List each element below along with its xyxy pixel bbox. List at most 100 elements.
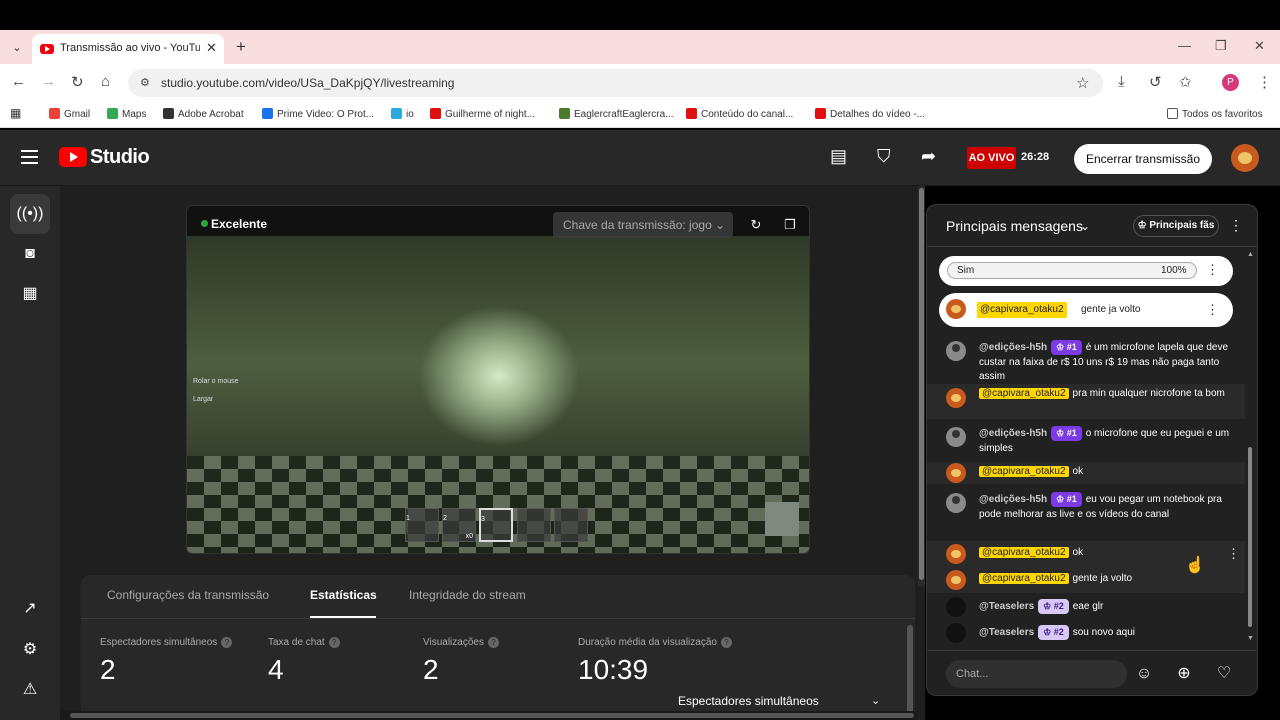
omnibox[interactable]: ⚙ studio.youtube.com/video/USa_DaKpjQY/l… — [128, 69, 1103, 97]
message-more-icon[interactable]: ⋮ — [1227, 546, 1240, 562]
end-stream-button[interactable]: Encerrar transmissão — [1074, 144, 1212, 174]
chat-message[interactable]: @capivara_otaku2 ok — [927, 462, 1245, 484]
pinned-author[interactable]: @capivara_otaku2 — [977, 302, 1067, 318]
profile-avatar[interactable]: P — [1222, 74, 1239, 91]
copy-icon[interactable]: ❐ — [777, 212, 803, 238]
chat-message[interactable]: @Teaselers ♔ #2 eae glr — [927, 595, 1245, 619]
help-icon[interactable]: ? — [221, 637, 233, 648]
bookmark-eaglercraft[interactable]: EaglercraftEaglercra... — [559, 108, 674, 120]
avatar[interactable] — [946, 299, 966, 319]
stats-scrollbar[interactable] — [907, 625, 913, 720]
avatar[interactable] — [946, 570, 966, 590]
chat-message[interactable]: @edições-h5h ♔ #1 eu vou pegar um notebook… — [927, 489, 1245, 535]
bookmark-star-icon[interactable]: ☆ — [1076, 74, 1089, 92]
emoji-icon[interactable]: ☺ — [1131, 661, 1157, 687]
avatar[interactable] — [946, 493, 966, 513]
tab-close-icon[interactable]: ✕ — [206, 40, 217, 56]
avatar[interactable] — [946, 427, 966, 447]
back-arrow-icon[interactable]: ← — [11, 73, 26, 90]
chat-input[interactable] — [946, 660, 1127, 688]
chat-more-icon[interactable]: ⋮ — [1229, 217, 1243, 234]
pinned-message[interactable]: @capivara_otaku2 gente ja volto ⋮ — [939, 293, 1233, 327]
refresh-icon[interactable]: ↻ — [743, 212, 769, 238]
heart-icon[interactable]: ♡ — [1211, 661, 1237, 687]
settings-gear-icon[interactable]: ⚙ — [10, 630, 50, 670]
channel-avatar[interactable] — [1231, 144, 1259, 172]
stream-preview[interactable]: Rolar o mouse Largar 1 2 x0 3 Excelente C… — [186, 205, 810, 554]
scroll-up-icon[interactable]: ▲ — [1247, 251, 1254, 258]
all-bookmarks[interactable]: Todos os favoritos — [1167, 108, 1263, 120]
horizontal-scrollbar[interactable] — [60, 711, 918, 720]
new-tab-button[interactable]: + — [236, 37, 246, 57]
camera-icon[interactable]: ◙ — [10, 234, 50, 274]
download-icon[interactable]: ⤓ — [1118, 73, 1125, 90]
chat-message[interactable]: @edições-h5h ♔ #1 é um microfone lapela qu… — [927, 337, 1245, 382]
site-info-icon[interactable]: ⚙ — [140, 76, 150, 89]
scroll-down-icon[interactable]: ▼ — [1247, 635, 1254, 642]
bookmark-io[interactable]: io — [391, 108, 414, 120]
share-icon[interactable]: ➦ — [921, 146, 936, 167]
avatar[interactable] — [946, 623, 966, 643]
avatar[interactable] — [946, 544, 966, 564]
help-icon[interactable]: ? — [720, 637, 732, 648]
chat-scrollbar[interactable]: ▲ ▼ — [1247, 251, 1254, 643]
chat-mode-select[interactable]: Principais mensagens — [946, 218, 1083, 234]
avatar[interactable] — [946, 341, 966, 361]
main-scrollbar[interactable] — [918, 186, 925, 586]
bookmark-detalhes[interactable]: Detalhes do vídeo -... — [815, 108, 925, 120]
bookmark-maps[interactable]: Maps — [107, 108, 146, 120]
feedback-icon[interactable]: ⚠ — [10, 670, 50, 710]
help-icon[interactable]: ? — [328, 637, 340, 648]
chevron-down-icon[interactable]: ⌄ — [871, 694, 880, 707]
close-window-button[interactable]: ✕ — [1254, 38, 1265, 54]
bookmark-guilherme[interactable]: Guilherme of night... — [430, 108, 535, 120]
help-icon[interactable]: ? — [487, 637, 499, 648]
avatar[interactable] — [946, 463, 966, 483]
bookmark-icon[interactable]: ⛉ — [877, 146, 891, 167]
add-icon[interactable]: ⊕ — [1171, 661, 1197, 687]
studio-logo-text[interactable]: Studio — [90, 146, 150, 169]
reload-icon[interactable]: ↻ — [71, 73, 84, 91]
apps-grid-icon[interactable]: ▦ — [10, 106, 21, 120]
browser-tab[interactable]: Transmissão ao vivo - YouTube ✕ — [32, 34, 224, 64]
exit-arrow-icon[interactable]: ↗ — [10, 589, 50, 629]
home-icon[interactable]: ⌂ — [101, 73, 110, 90]
stats-metric-select[interactable]: Espectadores simultâneos — [678, 694, 819, 708]
poll-option-bar[interactable]: Sim 100% — [947, 262, 1197, 279]
chat-message[interactable]: @edições-h5h ♔ #1 o microfone que eu pegue… — [927, 423, 1245, 459]
tab-search-chevron-icon[interactable]: ⌄ — [8, 39, 26, 57]
history-icon[interactable]: ↺ — [1149, 73, 1162, 91]
avatar[interactable] — [946, 597, 966, 617]
tab-statistics[interactable]: Estatísticas — [310, 588, 377, 618]
live-chat-panel: Principais mensagens ⌄ ♔ Principais fãs … — [926, 204, 1258, 696]
main-scrollbar-thumb[interactable] — [919, 188, 924, 580]
stream-broadcast-icon[interactable]: ((•)) — [10, 194, 50, 234]
poll-more-icon[interactable]: ⋮ — [1206, 262, 1219, 278]
menu-icon[interactable] — [21, 150, 38, 164]
bookmark-acrobat[interactable]: Adobe Acrobat — [163, 108, 244, 120]
horizontal-scrollbar-thumb[interactable] — [70, 713, 914, 718]
favorites-icon[interactable]: ✩ — [1179, 73, 1192, 91]
chat-message[interactable]: @Teaselers ♔ #2 sou novo aqui — [927, 621, 1245, 645]
tab-stream-health[interactable]: Integridade do stream — [409, 588, 526, 618]
tab-stream-settings[interactable]: Configurações da transmissão — [107, 588, 269, 618]
chat-message[interactable]: @capivara_otaku2 pra min qualquer nicrofo… — [927, 384, 1245, 419]
chat-scrollbar-thumb[interactable] — [1248, 447, 1252, 627]
bookmark-gmail[interactable]: Gmail — [49, 108, 90, 120]
bookmark-prime[interactable]: Prime Video: O Prot... — [262, 108, 374, 120]
stream-key-select[interactable]: Chave da transmissão: jogo ⌄ — [553, 212, 733, 238]
youtube-logo[interactable] — [59, 147, 87, 167]
calendar-icon[interactable]: ▦ — [10, 274, 50, 314]
pinned-more-icon[interactable]: ⋮ — [1206, 302, 1219, 318]
maximize-button[interactable]: ❐ — [1215, 38, 1227, 54]
clapperboard-icon[interactable]: ▤ — [830, 146, 847, 167]
url-text[interactable]: studio.youtube.com/video/USa_DaKpjQY/liv… — [161, 76, 454, 90]
browser-menu-icon[interactable]: ⋮ — [1257, 73, 1272, 91]
minimize-button[interactable]: — — [1178, 38, 1191, 53]
forward-arrow-icon[interactable]: → — [41, 73, 56, 90]
top-fans-button[interactable]: ♔ Principais fãs — [1133, 215, 1219, 237]
bookmark-conteudo[interactable]: Conteúdo do canal... — [686, 108, 793, 120]
poll-banner[interactable]: Sim 100% ⋮ — [939, 256, 1233, 286]
avatar[interactable] — [946, 388, 966, 408]
chevron-down-icon[interactable]: ⌄ — [1080, 219, 1090, 233]
